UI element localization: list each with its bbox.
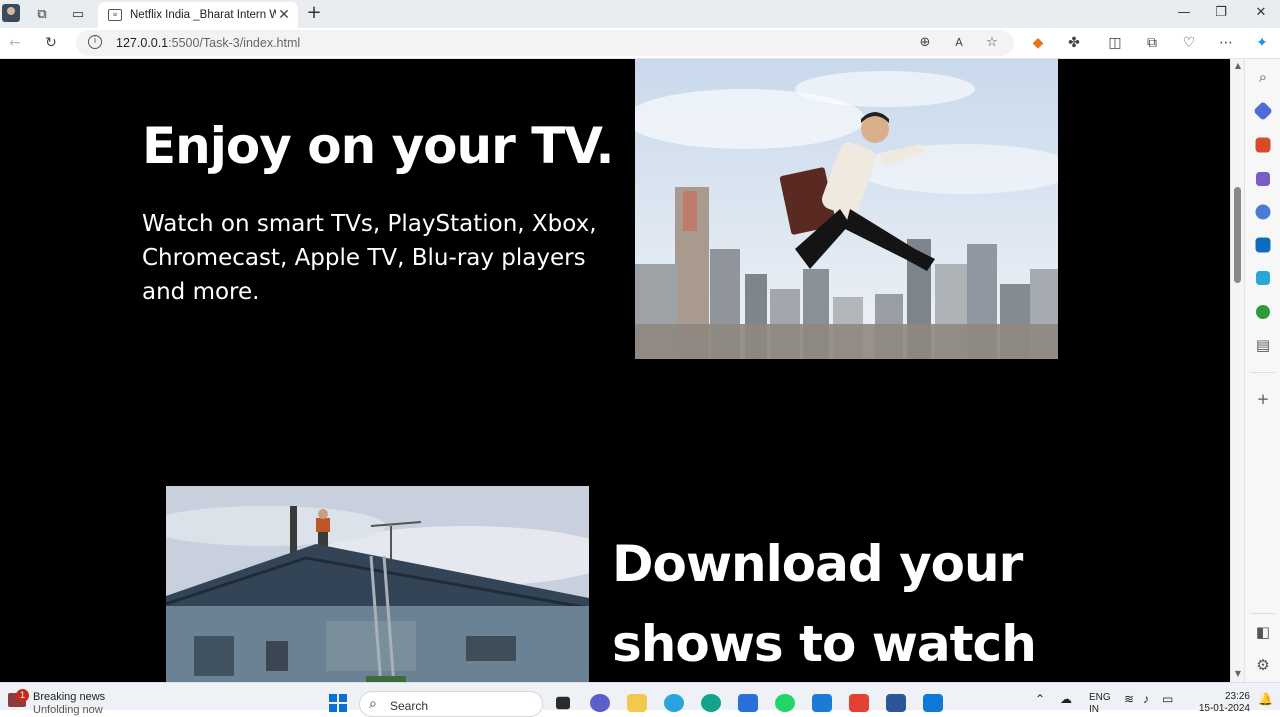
language-indicator[interactable]: ENG IN <box>1089 692 1111 716</box>
word-icon[interactable] <box>886 694 906 712</box>
news-widget-subtitle[interactable]: Unfolding now <box>33 704 103 716</box>
workspaces-icon[interactable]: ⧉ <box>31 4 53 24</box>
teams-icon[interactable] <box>590 694 610 712</box>
tab-title: Netflix India _Bharat Intern Watch <box>130 9 276 21</box>
minimize-button[interactable]: — <box>1166 2 1202 24</box>
close-window-button[interactable]: ✕ <box>1243 2 1279 24</box>
volume-icon[interactable]: ♪ <box>1143 692 1149 706</box>
sidebar-tools-icon[interactable] <box>1255 137 1271 153</box>
url-text: 127.0.0.1:5500/Task-3/index.html <box>116 36 300 50</box>
news-notification-badge: 1 <box>16 689 29 702</box>
split-screen-icon[interactable]: ◫ <box>1103 32 1127 54</box>
telegram-icon[interactable] <box>664 694 684 712</box>
tray-cloud-icon[interactable]: ☁ <box>1060 692 1072 706</box>
clock-time: 23:26 <box>1224 691 1250 702</box>
sidebar-calendar-icon[interactable]: ▤ <box>1253 335 1273 355</box>
read-aloud-icon[interactable]: A <box>948 33 970 53</box>
taskview-icon[interactable] <box>556 696 570 710</box>
profile-avatar[interactable] <box>2 4 20 22</box>
sidebar-divider <box>1251 613 1275 614</box>
edge-sidebar: ⌕ ▤ + ◧ ⚙ <box>1244 59 1280 682</box>
edge-taskbar-icon[interactable] <box>701 694 721 712</box>
download-section-image <box>166 486 589 682</box>
app-icon[interactable] <box>812 694 832 712</box>
sidebar-outlook-icon[interactable] <box>1255 237 1271 253</box>
whatsapp-icon[interactable] <box>775 694 795 712</box>
favorite-star-icon[interactable]: ☆ <box>981 33 1003 53</box>
browser-toolbar: ← ↻ i 127.0.0.1:5500/Task-3/index.html ⊕… <box>0 28 1280 59</box>
taskbar-clock[interactable]: 23:26 15-01-2024 <box>1190 691 1250 715</box>
store-icon[interactable] <box>738 694 758 712</box>
page-viewport: Enjoy on your TV. Watch on smart TVs, Pl… <box>0 59 1230 682</box>
more-menu-icon[interactable]: ⋯ <box>1214 32 1238 54</box>
language-code: ENG <box>1089 692 1111 703</box>
collections-icon[interactable]: ⧉ <box>1140 32 1164 54</box>
zoom-icon[interactable]: ⊕ <box>914 33 936 53</box>
browser-essentials-icon[interactable]: ♡ <box>1177 32 1201 54</box>
vscode-icon[interactable] <box>923 694 943 712</box>
sidebar-search-icon[interactable]: ⌕ <box>1253 67 1273 87</box>
browser-tab-active[interactable]: ≡ Netflix India _Bharat Intern Watch ✕ <box>98 2 298 28</box>
section-text-tv: Watch on smart TVs, PlayStation, Xbox, C… <box>142 211 597 305</box>
sidebar-drop-icon[interactable] <box>1256 271 1270 285</box>
search-label: Search <box>390 699 429 713</box>
scroll-down-arrow-icon[interactable]: ▼ <box>1233 669 1243 679</box>
netflix-favicon-icon: ≡ <box>108 9 122 21</box>
maximize-button[interactable]: ❐ <box>1203 2 1239 24</box>
address-bar[interactable]: i 127.0.0.1:5500/Task-3/index.html ⊕ A ☆ <box>76 30 1014 56</box>
sidebar-hide-icon[interactable]: ◧ <box>1253 622 1273 642</box>
windows-start-icon[interactable] <box>329 694 347 712</box>
taskbar-search-box[interactable]: ⌕ Search <box>359 691 543 717</box>
scroll-up-arrow-icon[interactable]: ▲ <box>1233 61 1243 71</box>
sidebar-m365-icon[interactable] <box>1255 204 1271 220</box>
sidebar-games-icon[interactable] <box>1256 172 1270 186</box>
site-info-icon[interactable]: i <box>88 35 102 49</box>
wifi-icon[interactable]: ≋ <box>1124 692 1134 706</box>
sidebar-add-icon[interactable]: + <box>1253 389 1273 409</box>
url-path: :5500/Task-3/index.html <box>168 36 301 50</box>
back-arrow-icon[interactable]: ← <box>3 32 27 54</box>
url-host: 127.0.0.1 <box>116 36 169 50</box>
tab-close-icon[interactable]: ✕ <box>276 7 292 23</box>
metamask-extension-icon[interactable]: ◆ <box>1026 32 1050 54</box>
section-heading-tv: Enjoy on your TV. <box>142 117 615 175</box>
gmail-icon[interactable] <box>849 694 869 712</box>
battery-icon[interactable]: ▭ <box>1162 692 1173 706</box>
tv-section-image <box>635 59 1058 359</box>
copilot-icon[interactable]: ✦ <box>1250 32 1274 54</box>
page-scrollbar[interactable]: ▲ ▼ <box>1230 59 1244 682</box>
scrollbar-thumb[interactable] <box>1234 187 1241 283</box>
notification-bell-icon[interactable]: 🔔 <box>1258 692 1273 706</box>
extensions-icon[interactable]: ✤ <box>1062 32 1086 54</box>
sidebar-tree-icon[interactable] <box>1256 305 1270 319</box>
tray-chevron-up-icon[interactable]: ⌃ <box>1035 692 1045 706</box>
file-explorer-icon[interactable] <box>627 694 647 712</box>
news-widget-title[interactable]: Breaking news <box>33 691 105 703</box>
sidebar-divider <box>1251 372 1275 373</box>
tab-strip: ⧉ ▭ ≡ Netflix India _Bharat Intern Watch… <box>0 0 1280 28</box>
sidebar-settings-gear-icon[interactable]: ⚙ <box>1253 655 1273 675</box>
clock-date: 15-01-2024 <box>1198 703 1250 714</box>
refresh-icon[interactable]: ↻ <box>39 32 63 54</box>
sidebar-shopping-icon[interactable] <box>1253 101 1273 121</box>
tab-actions-icon[interactable]: ▭ <box>67 4 89 24</box>
new-tab-button[interactable]: + <box>304 3 324 23</box>
windows-taskbar: 1 Breaking news Unfolding now ⌕ Search ⌃… <box>0 682 1280 717</box>
section-heading-download: Download your shows to watch <box>612 535 1037 673</box>
